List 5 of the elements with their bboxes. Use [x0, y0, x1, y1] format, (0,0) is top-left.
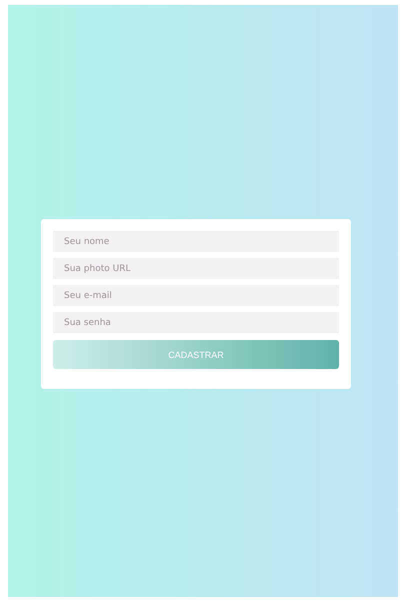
- input-field[interactable]: Sua senha: [53, 312, 339, 333]
- input-field[interactable]: Seu nome: [53, 231, 339, 252]
- register-button[interactable]: CADASTRAR: [53, 340, 339, 369]
- input-field[interactable]: Sua photo URL: [53, 258, 339, 279]
- input-field[interactable]: Seu e-mail: [53, 285, 339, 306]
